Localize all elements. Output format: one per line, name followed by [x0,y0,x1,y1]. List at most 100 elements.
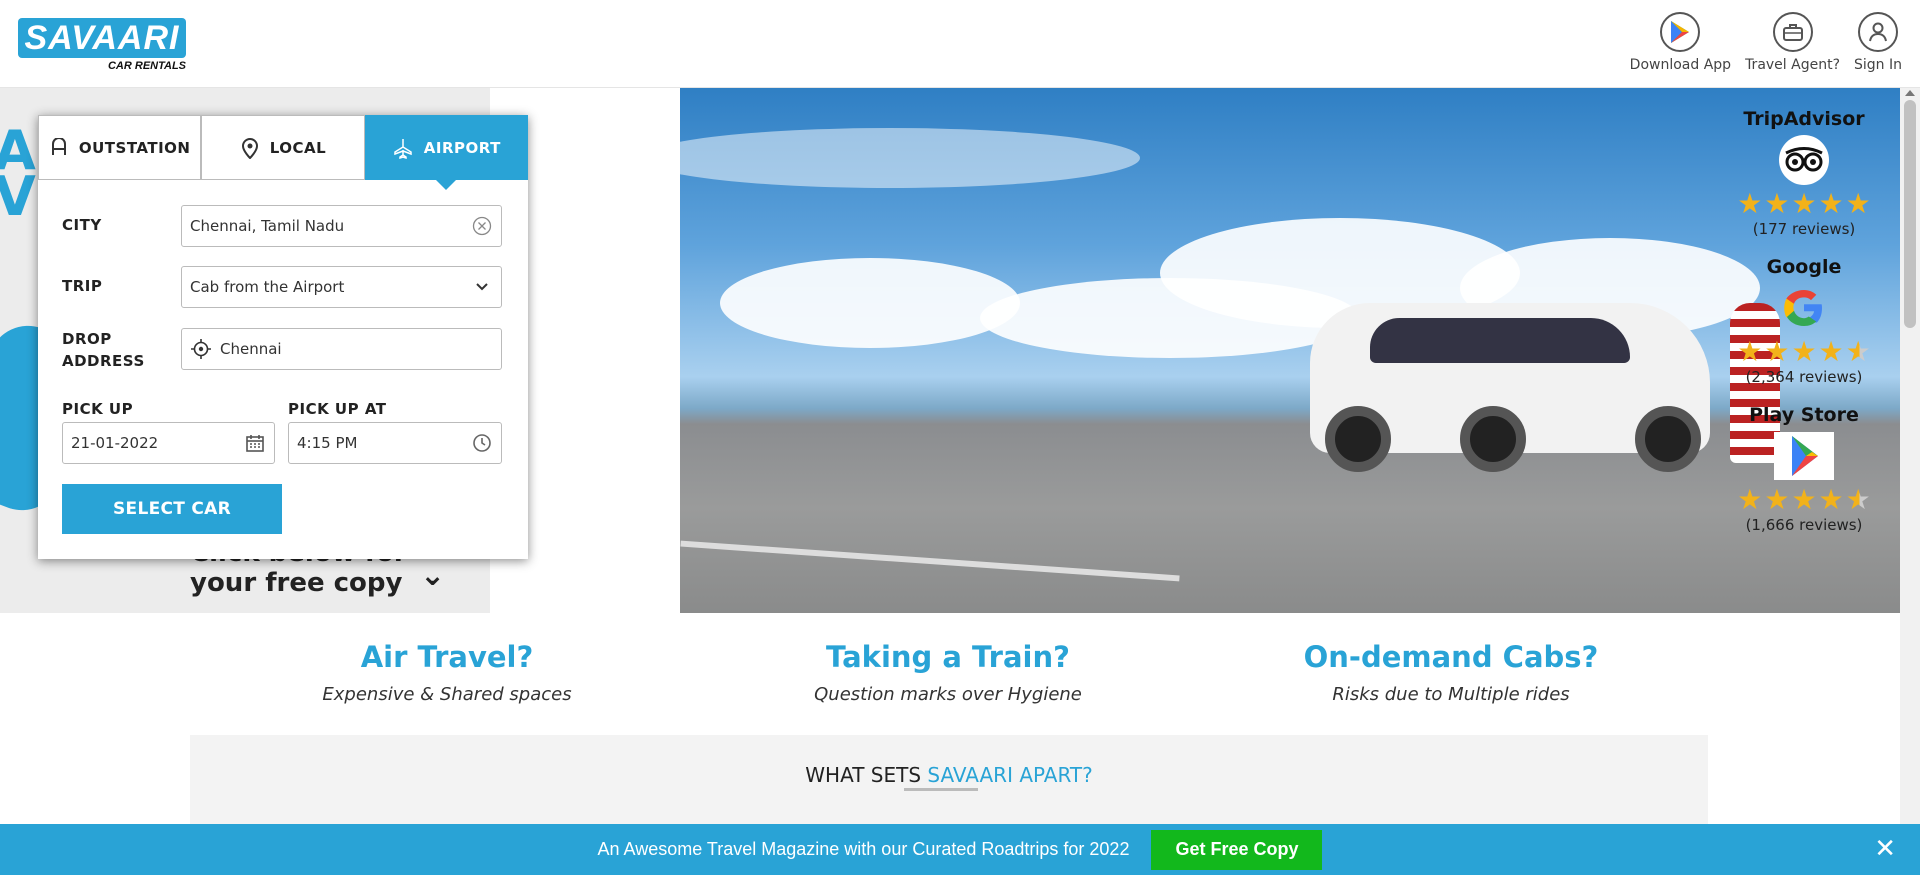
get-free-copy-button[interactable]: Get Free Copy [1151,829,1323,870]
travel-agent-label: Travel Agent? [1745,57,1840,73]
airplane-icon [394,138,412,159]
drop-address-label: DROP ADDRESS [62,328,145,372]
feature-air-travel: Air Travel? Expensive & Shared spaces [237,640,657,705]
ratings-column: TripAdvisor ★ ★ ★ ★ ★ (177 reviews) Google ★… [1736,108,1872,552]
review-count: (177 reviews) [1752,220,1856,238]
drop-label-line1: DROP [62,330,112,348]
download-app-label: Download App [1629,57,1732,73]
savaari-logo[interactable]: SAVAARI CAR RENTALS [18,18,186,74]
rating-google[interactable]: Google ★ ★ ★ ★ ★ (2,364 reviews) [1736,256,1872,386]
pickup-date-value: 21-01-2022 [71,434,159,452]
user-icon [1858,12,1898,52]
logo-subtitle: CAR RENTALS [107,60,186,72]
feature-train: Taking a Train? Question marks over Hygi… [738,640,1158,705]
play-store-icon [1660,12,1701,52]
rating-name: Google [1766,256,1842,278]
title-underline [904,788,978,791]
star-half-icon: ★ [1845,335,1871,368]
logo-wordmark: SAVAARI [18,18,186,58]
feature-subtitle: Risks due to Multiple rides [1332,684,1570,705]
briefcase-icon [1772,12,1813,52]
play-store-icon [1774,430,1834,482]
car-icon [51,137,66,155]
feature-subtitle: Question marks over Hygiene [814,684,1082,705]
section-title-prefix: WHAT SETS [805,763,922,787]
features-row: Air Travel? Expensive & Shared spaces Ta… [0,640,1920,720]
google-g-icon [1774,282,1834,334]
star-rating: ★ ★ ★ ★ ★ [1736,338,1872,366]
crosshair-icon[interactable] [190,338,212,360]
star-icon: ★ [1737,483,1763,516]
pickup-time-input[interactable]: 4:15 PM [288,422,502,464]
download-app-link[interactable]: Download App [1630,12,1731,73]
star-half-icon: ★ [1845,483,1871,516]
cloud-shape [680,128,1140,188]
road-marking [680,540,1180,582]
page: SAVAARI CAR RENTALS Download App Travel … [0,0,1920,875]
wheel [1460,406,1526,472]
star-icon: ★ [1818,187,1844,220]
star-icon: ★ [1791,483,1817,516]
location-pin-icon [241,137,258,159]
travel-agent-link[interactable]: Travel Agent? [1745,12,1840,73]
tab-local[interactable]: LOCAL [201,115,365,180]
suv-window [1370,318,1630,363]
header-nav: Download App Travel Agent? Sign In [1630,12,1902,73]
star-rating: ★ ★ ★ ★ ★ [1736,486,1872,514]
tab-outstation[interactable]: OUTSTATION [38,115,202,180]
select-car-button[interactable]: SELECT CAR [62,484,282,534]
star-icon: ★ [1791,187,1817,220]
tripadvisor-owl-icon [1774,134,1834,186]
star-icon: ★ [1845,187,1871,220]
star-icon: ★ [1764,483,1790,516]
rating-tripadvisor[interactable]: TripAdvisor ★ ★ ★ ★ ★ (177 reviews) [1736,108,1872,238]
city-input[interactable]: Chennai, Tamil Nadu [181,205,502,247]
chevron-down-icon [471,276,493,298]
sign-in-link[interactable]: Sign In [1854,12,1902,73]
section-title: WHAT SETS SAVAARI APART? [190,763,1708,787]
tab-airport-label: AIRPORT [423,138,501,157]
star-icon: ★ [1737,335,1763,368]
booking-widget: OUTSTATION LOCAL AIRPORT CITY Chennai, T… [38,115,528,559]
drop-label-line2: ADDRESS [62,352,145,370]
double-chevron-down-icon: ⌄ [420,558,446,593]
tab-local-label: LOCAL [269,138,327,157]
feature-cabs: On-demand Cabs? Risks due to Multiple ri… [1241,640,1661,705]
star-icon: ★ [1764,335,1790,368]
tab-airport[interactable]: AIRPORT [364,115,528,190]
clock-icon[interactable] [471,432,493,454]
drop-address-input[interactable]: Chennai [181,328,502,370]
magazine-banner: An Awesome Travel Magazine with our Cura… [0,824,1920,875]
feature-title: Air Travel? [360,640,534,674]
feature-title: On-demand Cabs? [1303,640,1599,674]
review-count: (2,364 reviews) [1745,368,1863,386]
promo-copy-line2: your free copy [190,568,403,598]
rating-name: Play Store [1749,404,1859,426]
hero-carousel[interactable] [680,88,1900,613]
pickup-time-label: PICK UP AT [288,400,387,418]
star-icon: ★ [1818,335,1844,368]
vertical-scrollbar[interactable] [1900,88,1920,875]
tab-outstation-label: OUTSTATION [78,138,191,157]
header: SAVAARI CAR RENTALS Download App Travel … [0,0,1920,88]
star-icon: ★ [1818,483,1844,516]
close-icon[interactable]: ✕ [1874,836,1896,862]
city-value: Chennai, Tamil Nadu [190,217,345,235]
star-rating: ★ ★ ★ ★ ★ [1736,190,1872,218]
section-title-highlight: SAVAARI APART? [927,763,1093,787]
scroll-up-arrow-icon[interactable] [1905,90,1915,96]
banner-text: An Awesome Travel Magazine with our Cura… [597,839,1130,859]
scrollbar-thumb[interactable] [1904,100,1916,328]
trip-value: Cab from the Airport [190,278,345,296]
pickup-date-input[interactable]: 21-01-2022 [62,422,275,464]
star-icon: ★ [1791,335,1817,368]
trip-label: TRIP [62,277,103,295]
rating-name: TripAdvisor [1743,108,1865,130]
star-icon: ★ [1764,187,1790,220]
calendar-icon[interactable] [244,432,266,454]
trip-select[interactable]: Cab from the Airport [181,266,502,308]
pickup-time-value: 4:15 PM [297,434,358,452]
rating-playstore[interactable]: Play Store ★ ★ ★ ★ ★ (1,666 reviews) [1736,404,1872,534]
clear-icon[interactable] [471,215,493,237]
drop-address-value: Chennai [220,340,282,358]
